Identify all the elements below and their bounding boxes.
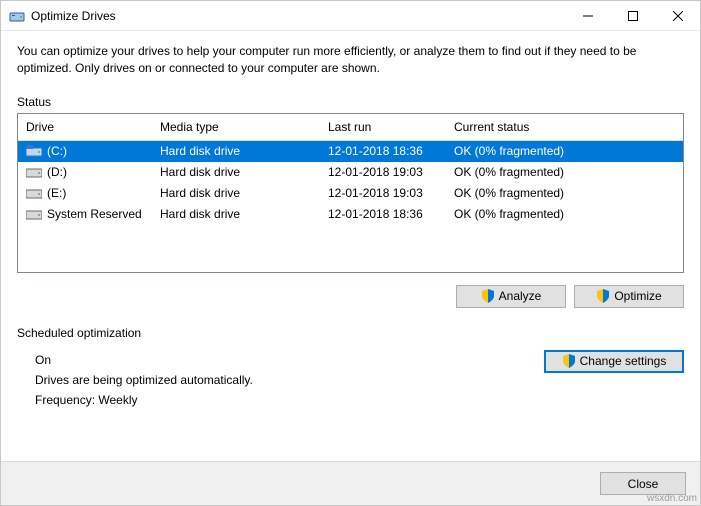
change-settings-wrap: Change settings xyxy=(544,350,684,411)
drive-name: System Reserved xyxy=(47,207,142,221)
column-last-run[interactable]: Last run xyxy=(320,114,446,140)
drive-last-run: 12-01-2018 19:03 xyxy=(320,165,446,179)
drive-status: OK (0% fragmented) xyxy=(446,144,683,158)
drive-media: Hard disk drive xyxy=(152,144,320,158)
scheduled-state: On xyxy=(35,350,544,370)
maximize-icon xyxy=(628,11,638,21)
column-current-status[interactable]: Current status xyxy=(446,114,683,140)
table-row[interactable]: (D:) Hard disk drive12-01-2018 19:03OK (0… xyxy=(18,162,683,183)
scheduled-text: On Drives are being optimized automatica… xyxy=(35,350,544,411)
drive-last-run: 12-01-2018 18:36 xyxy=(320,144,446,158)
change-settings-label: Change settings xyxy=(580,354,667,368)
close-button[interactable]: Close xyxy=(600,472,686,495)
shield-icon xyxy=(562,354,576,368)
status-section-label: Status xyxy=(17,95,684,109)
optimize-button[interactable]: Optimize xyxy=(574,285,684,308)
column-drive[interactable]: Drive xyxy=(18,114,152,140)
shield-icon xyxy=(596,289,610,303)
scheduled-frequency: Frequency: Weekly xyxy=(35,390,544,410)
description-text: You can optimize your drives to help you… xyxy=(17,43,684,77)
optimize-label: Optimize xyxy=(614,289,661,303)
drive-media: Hard disk drive xyxy=(152,186,320,200)
maximize-button[interactable] xyxy=(610,1,655,31)
drive-status: OK (0% fragmented) xyxy=(446,207,683,221)
drive-status: OK (0% fragmented) xyxy=(446,165,683,179)
table-row[interactable]: System Reserved Hard disk drive12-01-2018… xyxy=(18,204,683,225)
drive-icon xyxy=(26,208,42,220)
drive-name: (D:) xyxy=(47,165,67,179)
drive-last-run: 12-01-2018 19:03 xyxy=(320,186,446,200)
scheduled-body: On Drives are being optimized automatica… xyxy=(17,344,684,411)
close-window-button[interactable] xyxy=(655,1,700,31)
footer: Close xyxy=(1,461,700,505)
analyze-label: Analyze xyxy=(499,289,542,303)
watermark: wsxdn.com xyxy=(647,493,697,504)
minimize-button[interactable] xyxy=(565,1,610,31)
scheduled-desc: Drives are being optimized automatically… xyxy=(35,370,544,390)
change-settings-button[interactable]: Change settings xyxy=(544,350,684,373)
close-label: Close xyxy=(628,477,659,491)
minimize-icon xyxy=(583,11,593,21)
titlebar: Optimize Drives xyxy=(1,1,700,31)
drive-last-run: 12-01-2018 18:36 xyxy=(320,207,446,221)
drive-icon xyxy=(26,187,42,199)
column-headers: Drive Media type Last run Current status xyxy=(18,114,683,141)
close-icon xyxy=(673,11,683,21)
drive-status: OK (0% fragmented) xyxy=(446,186,683,200)
optimize-drives-icon xyxy=(9,8,25,24)
drive-media: Hard disk drive xyxy=(152,207,320,221)
shield-icon xyxy=(481,289,495,303)
table-row[interactable]: (C:) Hard disk drive12-01-2018 18:36OK (0… xyxy=(18,141,683,162)
column-media-type[interactable]: Media type xyxy=(152,114,320,140)
table-row[interactable]: (E:) Hard disk drive12-01-2018 19:03OK (0… xyxy=(18,183,683,204)
drive-icon xyxy=(26,145,42,157)
content-area: You can optimize your drives to help you… xyxy=(1,31,700,461)
drive-name: (E:) xyxy=(47,186,66,200)
drive-name: (C:) xyxy=(47,144,67,158)
drive-icon xyxy=(26,166,42,178)
drives-list: Drive Media type Last run Current status… xyxy=(17,113,684,273)
drive-media: Hard disk drive xyxy=(152,165,320,179)
action-buttons: Analyze Optimize xyxy=(17,285,684,308)
analyze-button[interactable]: Analyze xyxy=(456,285,566,308)
window-title: Optimize Drives xyxy=(31,9,565,23)
drive-rows: (C:)Hard disk drive12-01-2018 18:36OK (0… xyxy=(18,141,683,272)
scheduled-section-label: Scheduled optimization xyxy=(17,326,684,340)
